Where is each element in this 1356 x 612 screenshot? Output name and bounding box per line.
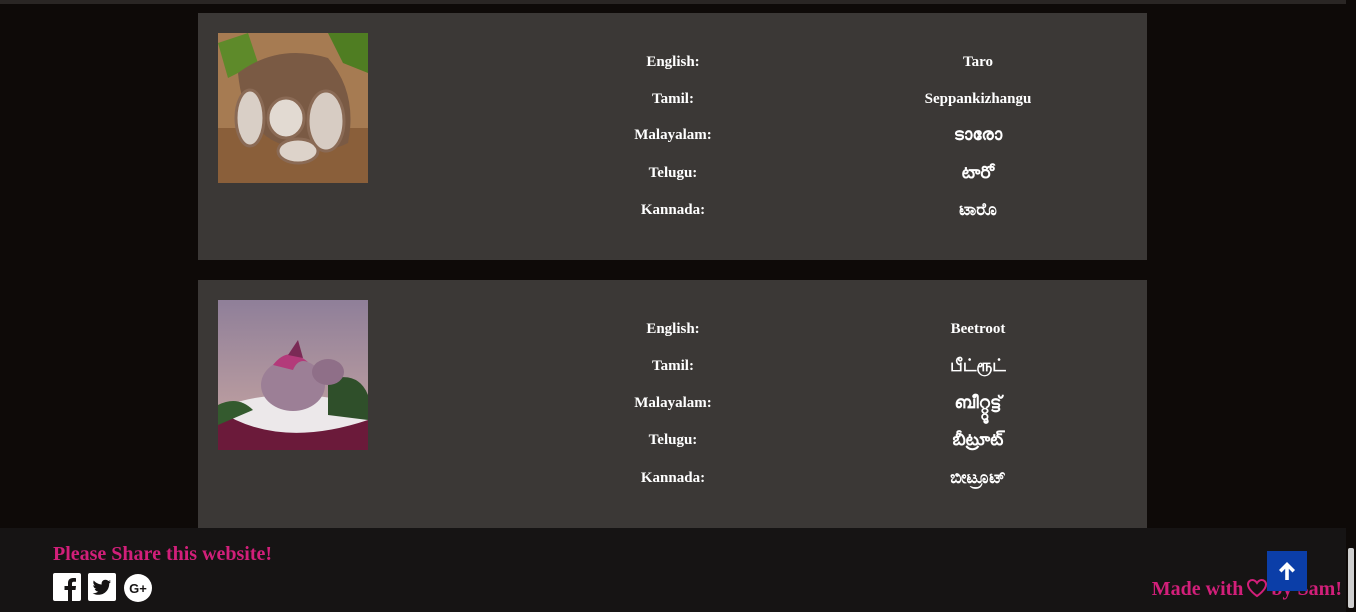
table-row: Tamil: பீட்ரூட்: [198, 351, 1147, 381]
label-telugu: Telugu:: [648, 432, 698, 448]
page-footer: Please Share this website! G+ Made withb…: [0, 528, 1346, 612]
vegetable-card: English: Taro Tamil: Seppankizhangu Mala…: [198, 13, 1147, 260]
table-row: Tamil: Seppankizhangu: [198, 84, 1147, 114]
table-row: English: Taro: [198, 47, 1147, 77]
svg-text:G+: G+: [129, 581, 147, 596]
value-english: Taro: [962, 54, 993, 70]
value-malayalam: ടാരോ: [953, 125, 1003, 145]
table-row: Malayalam: ടാരോ: [198, 120, 1147, 150]
value-telugu: బీట్రూట్: [952, 430, 1004, 450]
made-with-credit: Made withby Sam!: [1152, 578, 1342, 604]
table-row: Telugu: బీట్రూట్: [198, 425, 1147, 455]
table-row: Malayalam: ബീറ്റ്റൂട്ട്: [198, 388, 1147, 418]
back-to-top-button[interactable]: [1267, 551, 1307, 591]
share-title: Please Share this website!: [53, 543, 273, 565]
label-tamil: Tamil:: [652, 91, 694, 107]
arrow-up-icon: [1279, 562, 1295, 580]
value-telugu: టారో: [961, 163, 995, 183]
value-kannada: ಟಾರೊ: [959, 200, 997, 220]
google-plus-icon[interactable]: G+: [123, 573, 152, 602]
facebook-icon[interactable]: [53, 573, 81, 601]
label-tamil: Tamil:: [652, 358, 694, 374]
table-row: Telugu: టారో: [198, 158, 1147, 188]
top-border: [0, 0, 1356, 4]
heart-icon: [1246, 578, 1268, 604]
scrollbar-thumb[interactable]: [1348, 548, 1354, 608]
label-kannada: Kannada:: [640, 202, 706, 218]
value-kannada: ಬೀಟ್ರೂಟ್: [950, 468, 1006, 488]
value-english: Beetroot: [950, 321, 1006, 337]
table-row: Kannada: ಬೀಟ್ರೂಟ್: [198, 463, 1147, 493]
table-row: English: Beetroot: [198, 314, 1147, 344]
label-kannada: Kannada:: [640, 470, 706, 486]
table-row: Kannada: ಟಾರೊ: [198, 195, 1147, 225]
vegetable-card: English: Beetroot Tamil: பீட்ரூட் Malaya…: [198, 280, 1147, 540]
label-malayalam: Malayalam:: [634, 395, 712, 411]
value-malayalam: ബീറ്റ്റൂട്ട്: [954, 393, 1002, 413]
label-english: English:: [646, 54, 700, 70]
label-telugu: Telugu:: [648, 165, 698, 181]
scrollbar-track[interactable]: [1346, 0, 1356, 612]
made-with-prefix: Made with: [1151, 578, 1244, 600]
twitter-icon[interactable]: [88, 573, 116, 601]
value-tamil: பீட்ரூட்: [950, 356, 1006, 376]
value-tamil: Seppankizhangu: [924, 91, 1032, 107]
label-english: English:: [646, 321, 700, 337]
label-malayalam: Malayalam:: [634, 127, 712, 143]
